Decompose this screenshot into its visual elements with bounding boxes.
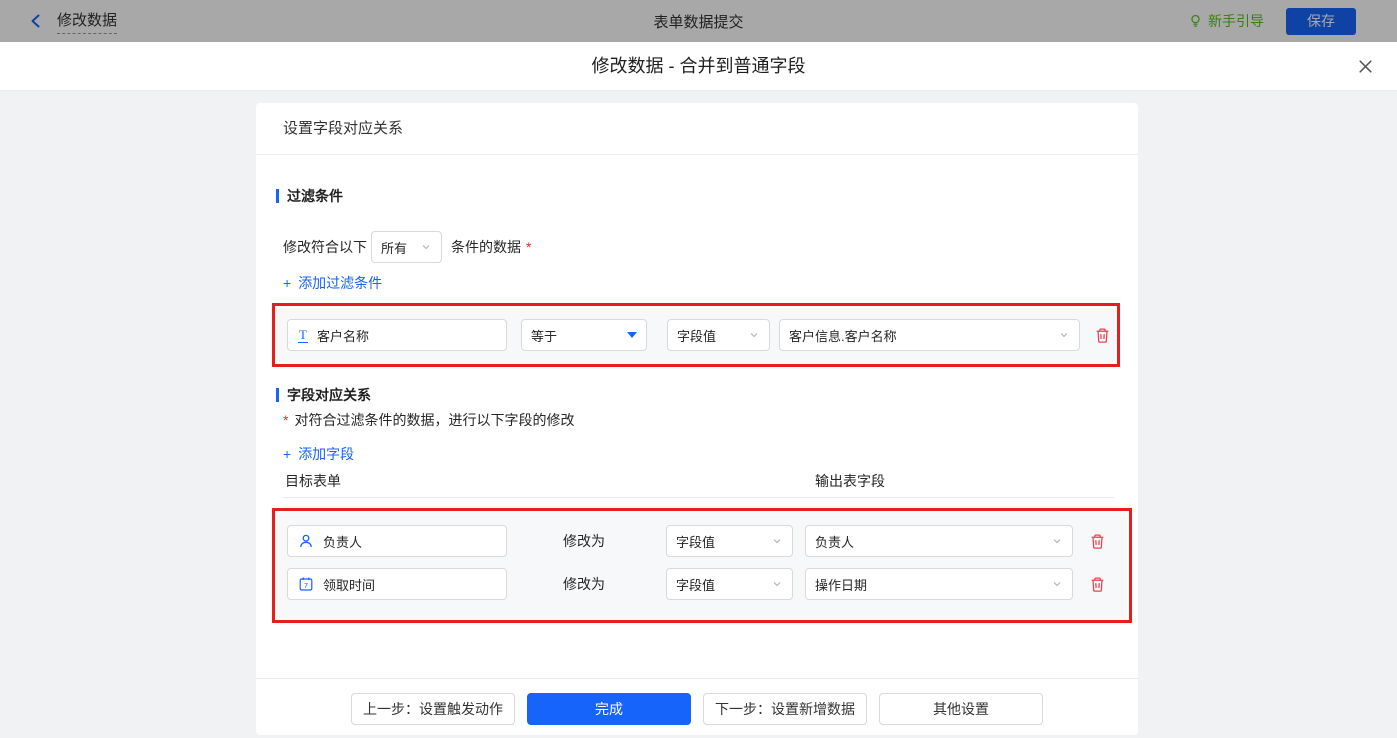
footer-divider xyxy=(256,678,1138,679)
calendar-icon: 7 xyxy=(298,576,314,592)
value-type-select[interactable]: 字段值 xyxy=(666,568,793,600)
svg-text:7: 7 xyxy=(304,581,308,590)
modify-to-label: 修改为 xyxy=(563,576,605,592)
match-prefix-label: 修改符合以下 xyxy=(283,239,367,255)
chevron-down-icon xyxy=(1051,535,1063,547)
modal-body: 设置字段对应关系 过滤条件 修改符合以下 所有 条件的数据 * + 添加过滤条件… xyxy=(0,91,1397,738)
app-screen: 修改数据 表单数据提交 新手引导 保存 修改数据 - 合并到普通字段 设置字段对… xyxy=(0,0,1397,738)
delete-mapping-icon[interactable] xyxy=(1089,533,1106,550)
panel-header: 设置字段对应关系 xyxy=(256,103,1138,155)
caret-down-icon xyxy=(627,332,637,338)
compare-value-select[interactable]: 客户信息.客户名称 xyxy=(779,319,1080,351)
required-mark: * xyxy=(283,412,289,428)
chevron-down-icon xyxy=(771,578,783,590)
lightbulb-icon xyxy=(1188,13,1203,29)
chevron-down-icon xyxy=(420,241,432,253)
other-settings-button[interactable]: 其他设置 xyxy=(879,693,1043,725)
annotation-box-filter: T 客户名称 等于 字段值 客户信息.客户名称 xyxy=(272,303,1120,367)
beginner-guide-link[interactable]: 新手引导 xyxy=(1188,11,1264,31)
plus-icon: + xyxy=(283,446,292,462)
required-mark: * xyxy=(526,239,532,255)
top-bar: 修改数据 表单数据提交 新手引导 保存 xyxy=(0,0,1397,42)
column-header-target-form: 目标表单 xyxy=(285,473,341,489)
annotation-box-mapping: 负责人 修改为 字段值 负责人 7 领取时间 修改为 字段值 操作日期 xyxy=(272,508,1132,623)
column-header-divider xyxy=(283,497,1114,498)
beginner-guide-label: 新手引导 xyxy=(1208,13,1264,29)
mapping-row: 7 领取时间 修改为 字段值 操作日期 xyxy=(277,568,1127,600)
output-field-select[interactable]: 操作日期 xyxy=(805,568,1073,600)
top-bar-actions: 新手引导 保存 xyxy=(1188,0,1356,42)
text-field-icon: T xyxy=(298,326,308,343)
section-marker xyxy=(276,189,279,203)
add-field-link[interactable]: + 添加字段 xyxy=(283,444,354,464)
filter-condition-row: T 客户名称 等于 字段值 客户信息.客户名称 xyxy=(277,308,1115,362)
save-button[interactable]: 保存 xyxy=(1286,7,1356,35)
panel-title: 设置字段对应关系 xyxy=(283,120,404,137)
mapping-description: * 对符合过滤条件的数据，进行以下字段的修改 xyxy=(283,412,575,428)
plus-icon: + xyxy=(283,275,292,291)
value-type-select[interactable]: 字段值 xyxy=(666,525,793,557)
add-filter-condition-link[interactable]: + 添加过滤条件 xyxy=(283,273,382,293)
modify-to-label: 修改为 xyxy=(563,533,605,549)
match-suffix-label: 条件的数据 xyxy=(451,239,521,255)
delete-mapping-icon[interactable] xyxy=(1089,576,1106,593)
close-icon[interactable] xyxy=(1357,58,1374,75)
filter-match-row: 修改符合以下 所有 条件的数据 * xyxy=(283,231,531,263)
filter-section-title: 过滤条件 xyxy=(276,186,343,206)
modal-title-bar: 修改数据 - 合并到普通字段 xyxy=(0,42,1397,91)
section-marker xyxy=(276,388,279,402)
settings-panel: 设置字段对应关系 过滤条件 修改符合以下 所有 条件的数据 * + 添加过滤条件… xyxy=(256,103,1138,735)
delete-condition-icon[interactable] xyxy=(1094,327,1111,344)
operator-select[interactable]: 等于 xyxy=(521,319,647,351)
mapping-row: 负责人 修改为 字段值 负责人 xyxy=(277,525,1127,557)
column-header-output-field: 输出表字段 xyxy=(815,473,885,489)
match-mode-select[interactable]: 所有 xyxy=(371,231,442,263)
chevron-down-icon xyxy=(771,535,783,547)
filter-field-input[interactable]: T 客户名称 xyxy=(287,319,507,351)
chevron-down-icon xyxy=(1058,329,1070,341)
done-button[interactable]: 完成 xyxy=(527,693,691,725)
modal-title: 修改数据 - 合并到普通字段 xyxy=(591,56,806,76)
chevron-down-icon xyxy=(748,329,760,341)
chevron-down-icon xyxy=(1051,578,1063,590)
prev-step-button[interactable]: 上一步：设置触发动作 xyxy=(351,693,515,725)
mapping-section-title: 字段对应关系 xyxy=(276,385,371,405)
target-field-input[interactable]: 7 领取时间 xyxy=(287,568,507,600)
next-step-button[interactable]: 下一步：设置新增数据 xyxy=(703,693,867,725)
value-type-select[interactable]: 字段值 xyxy=(667,319,770,351)
panel-footer: 上一步：设置触发动作 完成 下一步：设置新增数据 其他设置 xyxy=(256,693,1138,725)
target-field-input[interactable]: 负责人 xyxy=(287,525,507,557)
output-field-select[interactable]: 负责人 xyxy=(805,525,1073,557)
user-icon xyxy=(298,533,314,549)
mapping-rows-container: 负责人 修改为 字段值 负责人 7 领取时间 修改为 字段值 操作日期 xyxy=(277,513,1127,618)
